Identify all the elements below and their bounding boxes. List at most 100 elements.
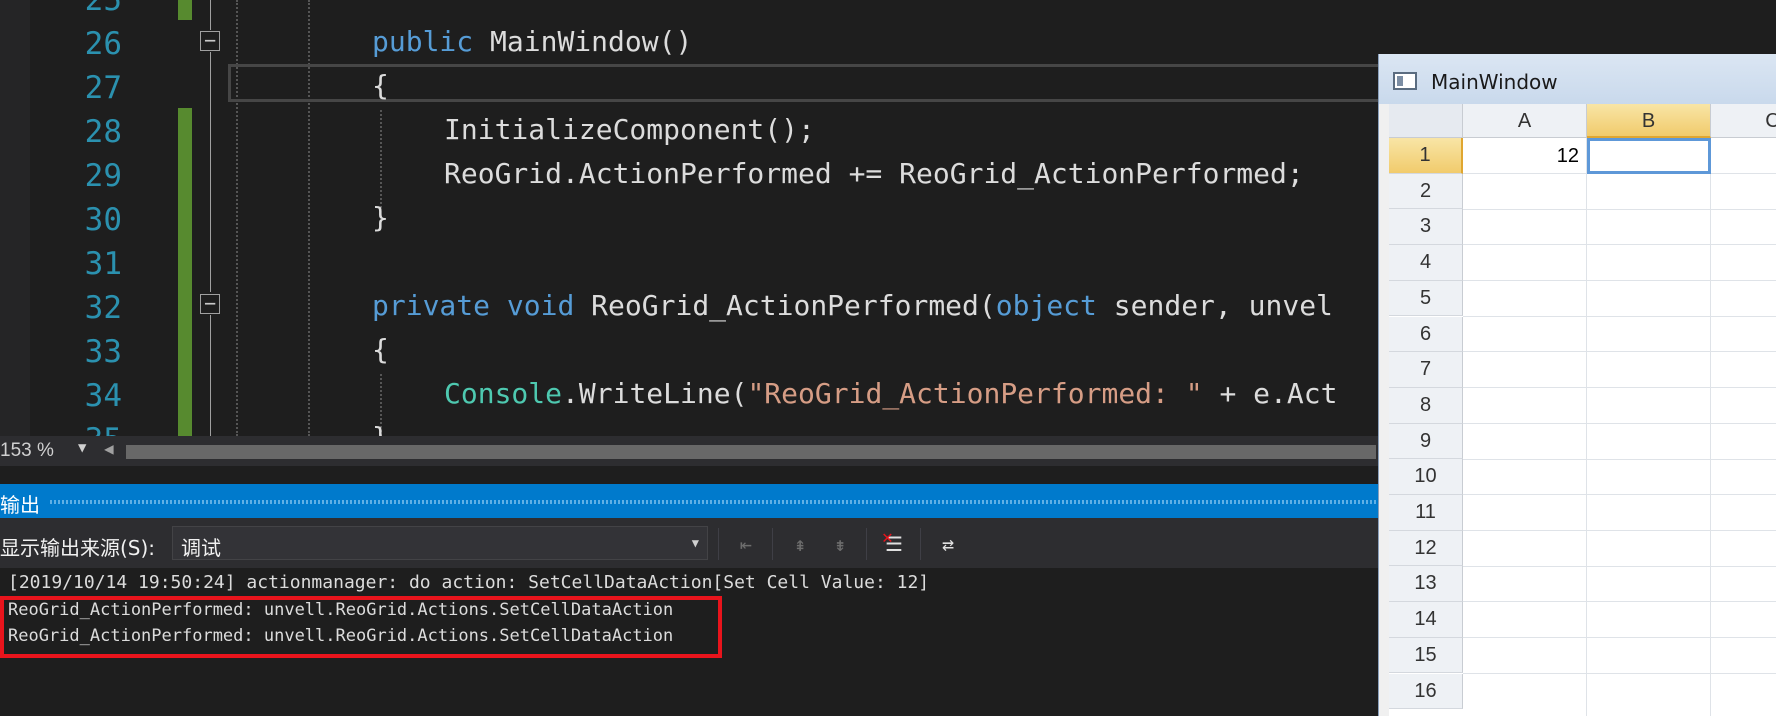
toolbar-separator [772, 528, 773, 560]
row-header[interactable]: 9 [1389, 423, 1463, 460]
row-header[interactable]: 3 [1389, 209, 1463, 246]
window-icon [1393, 72, 1417, 90]
column-header-a[interactable]: A [1463, 104, 1587, 138]
row-header[interactable]: 11 [1389, 495, 1463, 531]
toolbar-separator [718, 528, 719, 560]
code-line-26: public MainWindow() [372, 20, 692, 64]
row-header[interactable]: 5 [1389, 280, 1463, 317]
cell-b1-selected[interactable] [1587, 138, 1711, 174]
change-marker [178, 0, 192, 20]
toggle-word-wrap-icon[interactable]: ⇄ [934, 532, 962, 556]
highlight-annotation-box [0, 596, 722, 658]
window-title: MainWindow [1431, 70, 1558, 94]
grid-line [1586, 138, 1587, 716]
zoom-level[interactable]: 153 % [0, 440, 54, 462]
change-marker [178, 108, 192, 436]
grid-line [1463, 673, 1776, 674]
row-header[interactable]: 2 [1389, 173, 1463, 210]
output-source-value: 调试 [181, 536, 221, 560]
panel-drag-handle[interactable] [50, 500, 1380, 504]
window-titlebar[interactable]: MainWindow [1379, 54, 1776, 104]
output-source-label: 显示输出来源(S): [0, 536, 156, 560]
grid-line [1463, 459, 1776, 460]
output-panel-title: 输出 [0, 493, 40, 517]
row-header[interactable]: 16 [1389, 673, 1463, 710]
output-toolbar: 显示输出来源(S): 调试 ▼ ⇤ ⇞ ⇟ ✕ ☰ ⇄ [0, 518, 1380, 568]
grid-line [1463, 530, 1776, 531]
spreadsheet-grid[interactable]: A B C 1 2 3 4 5 6 7 8 9 10 11 12 13 14 1… [1389, 104, 1776, 716]
code-line-30: } [372, 201, 389, 234]
code-line-28: InitializeComponent(); [444, 113, 815, 146]
row-header[interactable]: 14 [1389, 602, 1463, 638]
goto-next-icon[interactable]: ⇟ [826, 532, 854, 556]
row-header[interactable]: 6 [1389, 316, 1463, 353]
code-line-29: ReoGrid.ActionPerformed += ReoGrid_Actio… [444, 157, 1304, 190]
output-panel-header: 输出 [0, 484, 1380, 518]
line-number: 32 [84, 290, 122, 326]
mainwindow-app[interactable]: MainWindow A B C 1 2 3 4 5 6 7 8 9 10 11… [1378, 54, 1776, 716]
code-text: .WriteLine( [562, 377, 748, 410]
editor-zoom-bar: 153 % ▼ ◀ [0, 436, 1380, 466]
toolbar-separator [866, 528, 867, 560]
outline-line [210, 0, 211, 30]
code-line-33: { [372, 333, 389, 366]
toolbar-separator [920, 528, 921, 560]
line-number: 28 [84, 114, 122, 150]
outline-line [210, 315, 211, 436]
line-number: 29 [84, 158, 122, 194]
code-text: sender, unvel [1096, 289, 1333, 322]
collapse-icon[interactable]: − [200, 293, 220, 314]
collapse-icon[interactable]: − [200, 30, 220, 51]
row-header[interactable]: 1 [1389, 138, 1463, 174]
select-all-corner[interactable] [1389, 104, 1463, 138]
code-text: ReoGrid_ActionPerformed( [574, 289, 996, 322]
keyword: void [506, 289, 575, 322]
line-number: 31 [84, 246, 122, 282]
code-line-27: { [372, 69, 389, 102]
row-header[interactable]: 7 [1389, 352, 1463, 388]
current-line-highlight [228, 64, 1380, 102]
find-message-icon[interactable]: ⇤ [732, 532, 760, 556]
code-text: + e.Act [1202, 377, 1338, 410]
column-header-c[interactable]: C [1711, 104, 1776, 138]
grid-line [1463, 601, 1776, 602]
grid-line [1463, 209, 1776, 210]
line-number: 25 [84, 0, 122, 18]
type-name: Console [444, 377, 563, 410]
scroll-left-icon[interactable]: ◀ [104, 439, 114, 458]
line-number: 35 [60, 418, 122, 436]
row-header[interactable]: 13 [1389, 566, 1463, 603]
grid-line [1463, 566, 1776, 567]
indent-guide [380, 110, 382, 208]
keyword: private [372, 289, 491, 322]
line-number: 26 [84, 26, 122, 62]
outline-line [210, 52, 211, 292]
row-header[interactable]: 4 [1389, 245, 1463, 281]
grid-line [1463, 423, 1776, 424]
grid-line [1463, 244, 1776, 245]
output-source-select[interactable]: 调试 ▼ [172, 526, 708, 560]
grid-line [1463, 316, 1776, 317]
keyword: object [995, 289, 1097, 322]
code-editor[interactable]: 25 26 27 28 29 30 31 32 33 34 35 − − pub… [0, 0, 1380, 436]
chevron-down-icon: ▼ [691, 536, 699, 550]
zoom-dropdown-icon[interactable]: ▼ [78, 440, 86, 456]
row-header[interactable]: 10 [1389, 459, 1463, 495]
row-header[interactable]: 12 [1389, 530, 1463, 567]
grid-line [1463, 387, 1776, 388]
grid-line [1463, 351, 1776, 352]
grid-line [1463, 637, 1776, 638]
row-header[interactable]: 8 [1389, 387, 1463, 424]
grid-line [1710, 138, 1711, 716]
row-header[interactable]: 15 [1389, 637, 1463, 674]
horizontal-scrollbar[interactable] [126, 445, 1376, 459]
goto-previous-icon[interactable]: ⇞ [786, 532, 814, 556]
cell-a1[interactable]: 12 [1463, 138, 1587, 173]
column-header-b[interactable]: B [1587, 104, 1711, 138]
line-number: 34 [84, 378, 122, 414]
grid-line [1463, 280, 1776, 281]
keyword: public [372, 25, 474, 58]
clear-all-icon[interactable]: ✕ ☰ [880, 527, 908, 556]
code-line-35: } [372, 416, 389, 436]
indicator-margin [0, 0, 30, 436]
